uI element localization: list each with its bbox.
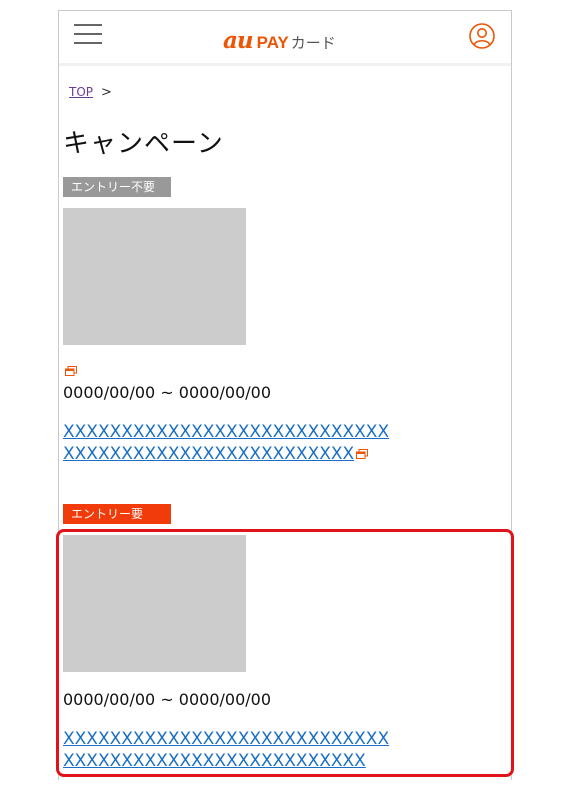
external-link-icon	[65, 366, 77, 376]
site-header: au PAY カード	[59, 11, 511, 66]
campaign-title-text: XXXXXXXXXXXXXXXXXXXXXXXXXXXXXXXXXXXXXXXX…	[63, 422, 390, 464]
breadcrumb: TOP >	[69, 85, 112, 100]
page-title: キャンペーン	[63, 129, 224, 159]
campaign-thumbnail[interactable]	[63, 208, 246, 345]
entry-required-badge: エントリー要	[63, 504, 171, 524]
hamburger-menu-icon[interactable]	[74, 24, 102, 44]
logo-pay-text: PAY	[256, 33, 289, 52]
campaign-title-link[interactable]: XXXXXXXXXXXXXXXXXXXXXXXXXXXXXXXXXXXXXXXX…	[63, 421, 393, 465]
logo-card-text: カード	[290, 34, 336, 52]
entry-not-required-badge: エントリー不要	[63, 177, 171, 197]
breadcrumb-separator: >	[101, 85, 112, 100]
logo-au-text: au	[223, 27, 254, 54]
campaign-period: 0000/00/00 ~ 0000/00/00	[63, 383, 272, 402]
user-account-icon[interactable]	[469, 23, 495, 49]
external-link-icon	[356, 449, 369, 459]
au-pay-card-logo[interactable]: au PAY カード	[223, 27, 336, 54]
breadcrumb-top-link[interactable]: TOP	[69, 85, 93, 99]
highlighted-campaign-outline	[56, 529, 514, 777]
